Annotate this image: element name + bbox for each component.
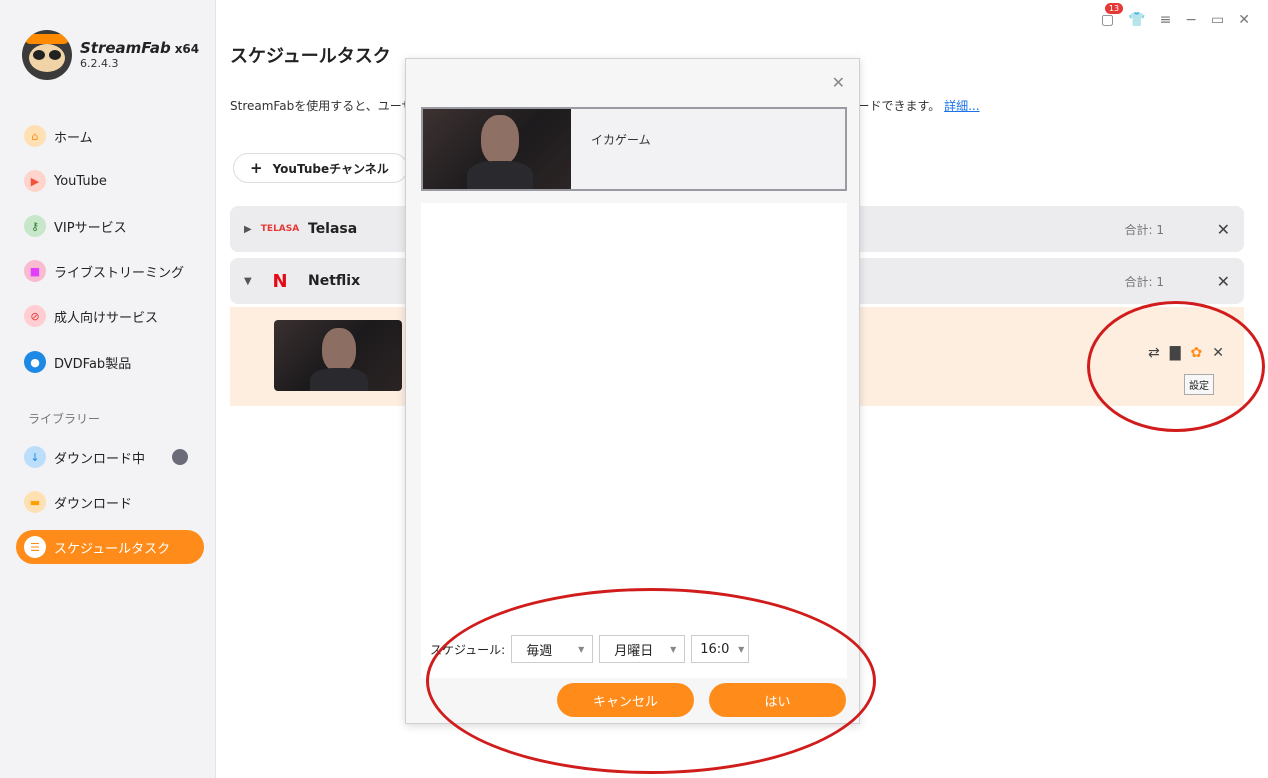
- task-thumbnail: [274, 320, 402, 391]
- collapse-icon[interactable]: ▼: [244, 276, 260, 287]
- sloth-logo-icon: [22, 30, 72, 80]
- sidebar-item-label: ライブストリーミング: [54, 265, 185, 281]
- home-icon: ⌂: [24, 125, 46, 147]
- details-link[interactable]: 詳細...: [944, 99, 979, 113]
- schedule-label: スケジュール:: [430, 642, 506, 657]
- download-arrow-icon: ↓: [24, 446, 46, 468]
- sidebar-item-label: VIPサービス: [54, 220, 127, 236]
- ok-button[interactable]: はい: [709, 683, 846, 717]
- schedule-row: スケジュール: 毎週 ▼ 月曜日 ▼ 16:0 ▼: [430, 635, 750, 663]
- sidebar-item-label: ホーム: [54, 130, 93, 146]
- notification-icon[interactable]: ▢ 13: [1101, 3, 1124, 28]
- service-name: Telasa: [308, 221, 358, 237]
- task-actions: ⇄ ▇ ✿ ✕: [1148, 345, 1224, 361]
- sidebar: StreamFab x64 6.2.4.3 ⌂ ホーム ▶ YouTube ⚷ V…: [0, 0, 216, 778]
- sidebar-item-label: スケジュールタスク: [54, 541, 171, 557]
- shirt-icon[interactable]: 👕: [1128, 12, 1145, 28]
- service-name: Netflix: [308, 273, 361, 289]
- folder-icon[interactable]: ▇: [1170, 345, 1181, 361]
- notification-count: 13: [1104, 3, 1124, 14]
- page-title: スケジュールタスク: [230, 46, 391, 67]
- sidebar-item-dvdfab[interactable]: ● DVDFab製品: [16, 345, 204, 379]
- app-version: 6.2.4.3: [80, 56, 119, 70]
- sidebar-item-label: ダウンロード中: [54, 451, 146, 467]
- chevron-down-icon: ▼: [738, 644, 745, 654]
- minimize-icon[interactable]: −: [1185, 12, 1197, 28]
- folder-icon: ▬: [24, 491, 46, 513]
- key-icon: ⚷: [24, 215, 46, 237]
- plus-icon: +: [250, 159, 263, 177]
- weekday-select[interactable]: 月曜日 ▼: [599, 635, 686, 663]
- chevron-down-icon: ▼: [578, 644, 585, 654]
- time-value: 16:0: [700, 641, 730, 657]
- sidebar-item-livestreaming[interactable]: ■ ライブストリーミング: [16, 254, 204, 288]
- time-select[interactable]: 16:0 ▼: [691, 635, 750, 663]
- remove-service-icon[interactable]: ✕: [1217, 220, 1230, 239]
- maximize-icon[interactable]: ▭: [1211, 12, 1224, 28]
- frequency-select[interactable]: 毎週 ▼: [511, 635, 594, 663]
- expand-icon[interactable]: ▶: [244, 224, 260, 235]
- add-youtube-channel-button[interactable]: + YouTubeチャンネル: [233, 153, 408, 183]
- add-button-label: YouTubeチャンネル: [272, 161, 389, 176]
- chevron-down-icon: ▼: [670, 644, 677, 654]
- dvdfab-icon: ●: [24, 351, 46, 373]
- close-icon[interactable]: ✕: [1238, 12, 1250, 28]
- sidebar-item-label: DVDFab製品: [54, 356, 132, 372]
- sidebar-item-downloaded[interactable]: ▬ ダウンロード: [16, 485, 204, 519]
- service-total: 合計: 1: [1124, 222, 1165, 237]
- title-name: イカゲーム: [591, 133, 651, 147]
- menu-icon[interactable]: ≡: [1160, 12, 1172, 28]
- delete-task-icon[interactable]: ✕: [1212, 345, 1224, 361]
- cancel-button[interactable]: キャンセル: [557, 683, 694, 717]
- sidebar-item-label: YouTube: [54, 173, 107, 189]
- refresh-icon[interactable]: ⇄: [1148, 345, 1160, 361]
- settings-tooltip: 設定: [1184, 374, 1214, 395]
- weekday-value: 月曜日: [614, 643, 654, 659]
- window-controls: ▢ 13 👕 ≡ − ▭ ✕: [1101, 3, 1250, 28]
- netflix-logo-icon: N: [272, 270, 288, 292]
- remove-service-icon[interactable]: ✕: [1217, 272, 1230, 291]
- sidebar-item-home[interactable]: ⌂ ホーム: [16, 119, 204, 153]
- sidebar-item-adult[interactable]: ⊘ 成人向けサービス: [16, 299, 204, 333]
- telasa-logo-icon: TELASA: [260, 224, 300, 234]
- sidebar-item-label: ダウンロード: [54, 496, 133, 512]
- frequency-value: 毎週: [526, 643, 553, 659]
- sidebar-item-youtube[interactable]: ▶ YouTube: [16, 164, 204, 198]
- gear-icon[interactable]: ✿: [1191, 345, 1203, 361]
- youtube-icon: ▶: [24, 170, 46, 192]
- selected-title-card[interactable]: イカゲーム: [421, 107, 847, 191]
- sidebar-item-vip[interactable]: ⚷ VIPサービス: [16, 209, 204, 243]
- app-logo: StreamFab x64 6.2.4.3: [22, 30, 199, 80]
- service-total: 合計: 1: [1124, 274, 1165, 289]
- sidebar-item-label: 成人向けサービス: [54, 310, 159, 326]
- adult-icon: ⊘: [24, 305, 46, 327]
- close-dialog-icon[interactable]: ✕: [832, 73, 845, 92]
- sidebar-item-downloading[interactable]: ↓ ダウンロード中: [16, 440, 204, 474]
- title-thumbnail: [423, 109, 571, 189]
- dialog-content-area: [421, 203, 847, 678]
- progress-indicator-icon: [172, 449, 188, 465]
- schedule-dialog: ✕ イカゲーム スケジュール: 毎週 ▼ 月曜日 ▼ 16:0 ▼ キャンセル はい: [405, 58, 860, 724]
- sidebar-item-schedule[interactable]: ☰ スケジュールタスク: [16, 530, 204, 564]
- camera-icon: ■: [24, 260, 46, 282]
- schedule-icon: ☰: [24, 536, 46, 558]
- library-section-label: ライブラリー: [28, 412, 101, 426]
- app-arch: x64: [174, 42, 200, 57]
- app-name: StreamFab: [80, 39, 171, 58]
